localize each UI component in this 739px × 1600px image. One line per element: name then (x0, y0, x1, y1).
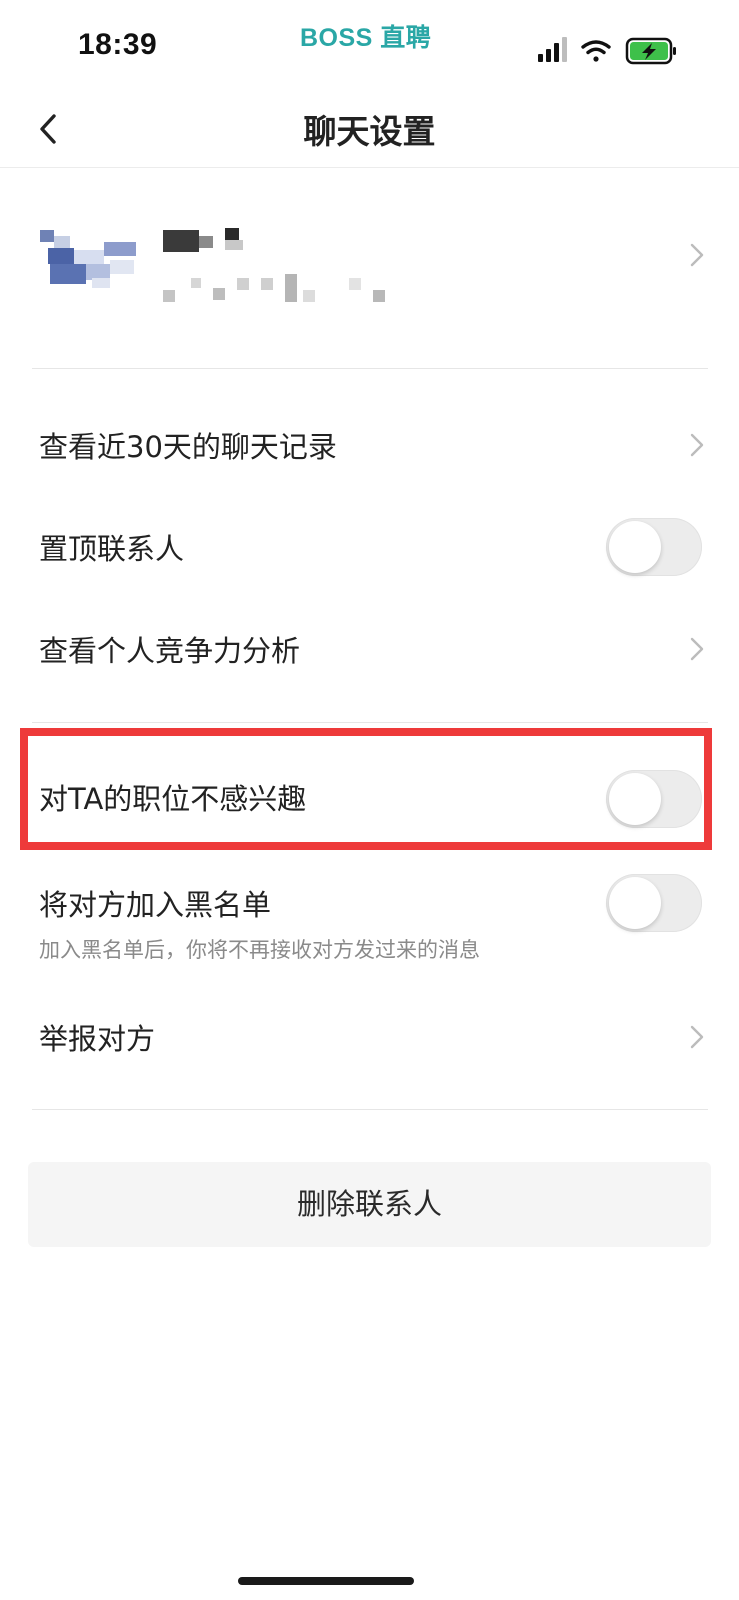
blacklist-description: 加入黑名单后，你将不再接收对方发过来的消息 (39, 938, 480, 962)
chat-history-label: 查看近30天的聊天记录 (39, 430, 337, 464)
contact-name-redacted (163, 228, 253, 256)
report-row[interactable]: 举报对方 (0, 992, 739, 1082)
divider (32, 722, 708, 723)
divider (32, 1109, 708, 1110)
blacklist-label: 将对方加入黑名单 (39, 888, 272, 922)
status-icons (538, 36, 688, 66)
delete-contact-button[interactable]: 删除联系人 (28, 1162, 711, 1247)
toggle-knob (609, 773, 661, 825)
signal-icon (538, 37, 567, 62)
home-indicator[interactable] (238, 1577, 414, 1585)
chevron-right-icon (690, 1025, 704, 1049)
pin-contact-toggle[interactable] (606, 518, 702, 576)
pin-contact-row: 置顶联系人 (0, 502, 739, 592)
status-bar: 18:39 BOSS 直聘 (0, 0, 739, 95)
chat-history-row[interactable]: 查看近30天的聊天记录 (0, 400, 739, 490)
battery-charging-icon (625, 37, 676, 65)
page-title: 聊天设置 (303, 112, 436, 151)
chevron-right-icon (690, 433, 704, 457)
not-interested-toggle[interactable] (606, 770, 702, 828)
nav-bar: 聊天设置 (0, 95, 739, 168)
blacklist-toggle[interactable] (606, 874, 702, 932)
competitiveness-row[interactable]: 查看个人竞争力分析 (0, 604, 739, 694)
competitiveness-label: 查看个人竞争力分析 (39, 634, 301, 668)
report-label: 举报对方 (39, 1022, 156, 1056)
contact-profile-row[interactable] (0, 168, 739, 368)
chevron-right-icon (690, 243, 704, 267)
avatar (40, 230, 140, 290)
contact-title-redacted (163, 274, 403, 304)
wifi-icon (581, 40, 611, 62)
status-time: 18:39 (78, 28, 158, 61)
not-interested-label: 对TA的职位不感兴趣 (39, 782, 307, 816)
not-interested-row: 对TA的职位不感兴趣 (0, 752, 739, 842)
brand-label: BOSS 直聘 (300, 24, 432, 52)
blacklist-row: 将对方加入黑名单 加入黑名单后，你将不再接收对方发过来的消息 (0, 868, 739, 968)
toggle-knob (609, 521, 661, 573)
divider (32, 368, 708, 369)
chat-settings-page: 18:39 BOSS 直聘 聊天设置 查看近30天的聊天记录 置顶联系人 查看个… (0, 0, 739, 1600)
toggle-knob (609, 877, 661, 929)
chevron-right-icon (690, 637, 704, 661)
pin-contact-label: 置顶联系人 (39, 532, 185, 566)
